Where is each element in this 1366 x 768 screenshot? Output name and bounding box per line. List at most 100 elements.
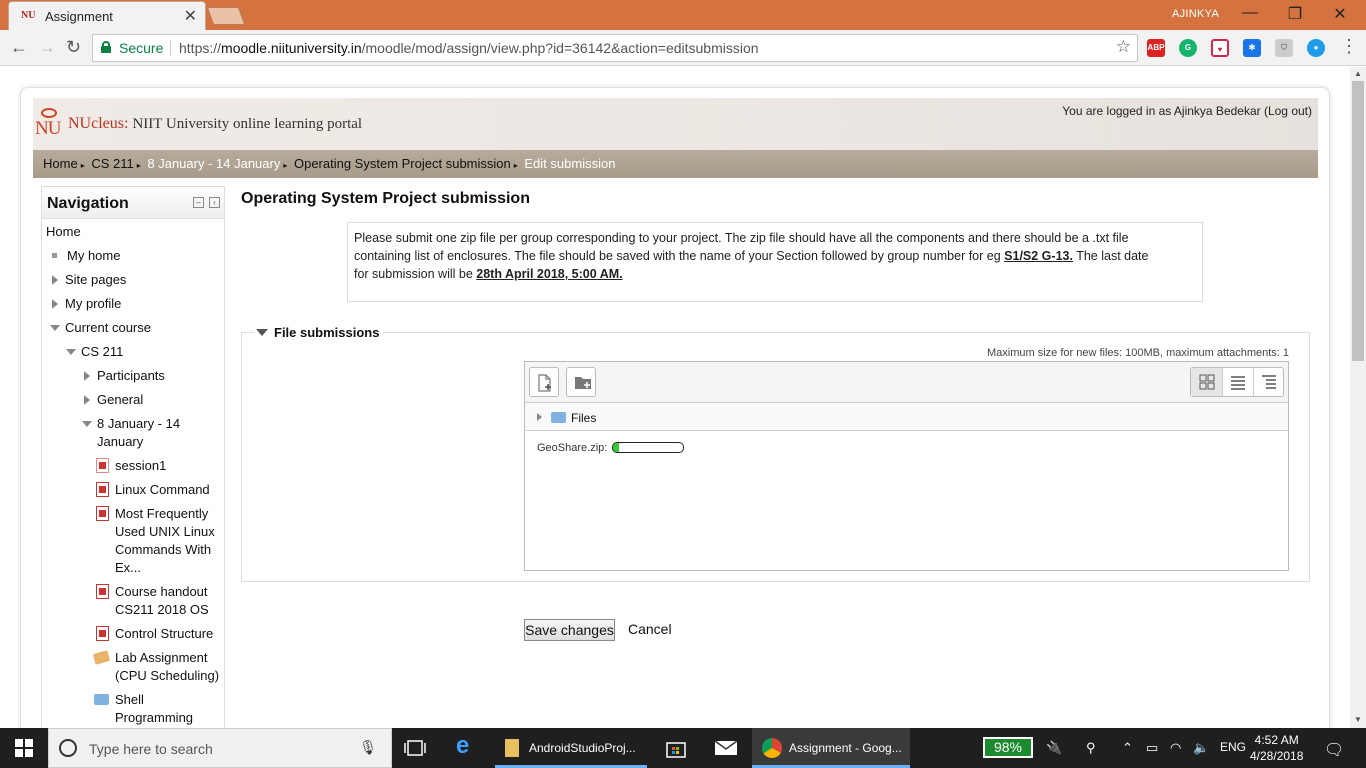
taskbar-search[interactable]: Type here to search 🎙 [48,728,392,768]
icon-view-button[interactable] [1191,368,1222,396]
breadcrumb: Home ▸ CS 211 ▸ 8 January - 14 January ▸ Op… [33,150,1318,178]
nu-logo-icon[interactable]: NU [35,102,63,146]
navigation-header: Navigation – ‹ [42,187,224,219]
add-file-button[interactable] [529,367,559,397]
breadcrumb-course[interactable]: CS 211 [91,156,133,171]
page-title: Operating System Project submission [241,190,530,207]
folder-icon [94,694,109,705]
login-info[interactable]: You are logged in as Ajinkya Bedekar (Lo… [1062,104,1312,118]
nav-item-my-home[interactable]: My home [52,247,120,265]
assignment-intro: Please submit one zip file per group cor… [347,222,1203,302]
nu-favicon-icon: NU [21,10,36,21]
nav-item-week[interactable]: 8 January - 14 January [82,415,180,451]
nav-item-unix-commands[interactable]: Most Frequently Used UNIX Linux Commands W… [96,505,215,577]
minimize-icon[interactable]: — [1240,4,1260,22]
show-hidden-icons[interactable]: ⌃ [1122,740,1133,756]
store-icon[interactable] [666,728,690,768]
nav-item-participants[interactable]: Participants [84,367,165,385]
volume-icon[interactable]: 🔈 [1193,740,1209,756]
cortana-icon [59,739,77,757]
nav-item-control-structure[interactable]: Control Structure [96,625,213,643]
pdf-icon [96,626,109,641]
nav-item-linux-command[interactable]: Linux Command [96,481,210,499]
nav-item-session1[interactable]: session1 [96,457,166,475]
language-indicator[interactable]: ENG [1220,740,1246,754]
file-submissions-legend[interactable]: File submissions [254,325,384,340]
list-icon [1231,376,1245,390]
tab-title: Assignment [45,9,113,24]
adblock-icon[interactable]: ABP [1147,39,1165,57]
collapse-block-icon[interactable]: – [193,197,204,208]
max-size-note: Maximum size for new files: 100MB, maxim… [987,347,1289,359]
back-icon[interactable]: ← [10,37,28,58]
deadline: 28th April 2018, 5:00 AM. [476,267,623,281]
action-center-icon[interactable]: 🗨 [1324,740,1344,760]
nav-item-current-course[interactable]: Current course [50,319,151,337]
breadcrumb-week[interactable]: 8 January - 14 January [147,156,280,171]
maximize-icon[interactable]: ❐ [1285,4,1305,24]
lock-icon [101,41,111,53]
grid-icon [1199,374,1215,390]
nav-item-home[interactable]: Home [46,223,81,241]
breadcrumb-assignment[interactable]: Operating System Project submission [294,156,511,171]
snowflake-icon[interactable]: ✻ [1243,39,1261,57]
shield-icon[interactable]: ⛉ [1275,39,1293,57]
tree-icon [1262,375,1276,389]
microphone-icon[interactable]: 🎙 [359,739,377,756]
grammarly-icon[interactable]: G [1179,39,1197,57]
breadcrumb-home[interactable]: Home [43,156,78,171]
people-icon[interactable]: ⚲ [1086,740,1096,756]
edge-icon[interactable]: e [456,732,480,768]
nav-item-my-profile[interactable]: My profile [52,295,121,313]
tab-assignment[interactable]: NU Assignment ✕ [8,1,206,30]
battery-icon[interactable]: ▭ [1146,740,1158,756]
nav-item-cs211[interactable]: CS 211 [66,343,123,361]
pocket-icon[interactable]: ♥ [1211,39,1229,57]
nav-item-lab-assignment[interactable]: Lab Assignment (CPU Scheduling) [92,649,219,685]
tree-view-button[interactable] [1253,368,1284,396]
save-changes-button[interactable]: Save changes [524,619,615,641]
site-header: NU NUcleus: NIIT University online learn… [33,98,1318,150]
browser-tabstrip: NU Assignment ✕ AJINKYA — ❐ ✕ [0,0,1366,30]
pdf-icon [96,584,109,599]
navigation-block: Navigation – ‹ Home My home Site pages M… [41,186,225,728]
windows-logo-icon [15,739,33,757]
dock-block-icon[interactable]: ‹ [209,197,220,208]
wifi-icon[interactable]: ◠ [1170,740,1181,756]
list-view-button[interactable] [1222,368,1253,396]
nav-item-shell-programming[interactable]: Shell Programming [94,691,193,727]
taskbar-app-android-studio[interactable]: AndroidStudioProj... [495,728,647,768]
search-placeholder: Type here to search [89,741,213,757]
taskbar-app-chrome[interactable]: Assignment - Goog... [752,728,910,768]
site-title[interactable]: NUcleus: NIIT University online learning… [68,115,362,133]
close-window-icon[interactable]: ✕ [1330,4,1350,24]
reload-icon[interactable]: ↻ [66,37,81,58]
task-view-icon[interactable] [404,728,428,768]
power-plug-icon[interactable]: 🔌 [1046,740,1062,756]
close-tab-icon[interactable]: ✕ [184,6,197,26]
profile-name[interactable]: AJINKYA [1172,8,1219,20]
view-toggle-group [1190,367,1284,397]
new-tab-button[interactable] [206,7,246,25]
start-button[interactable] [0,728,48,768]
assignment-icon [92,650,111,665]
create-folder-button[interactable] [566,367,596,397]
battery-indicator[interactable]: 98% [983,737,1033,758]
files-folder-label[interactable]: Files [571,411,596,425]
system-clock[interactable]: 4:52 AM 4/28/2018 [1250,732,1303,764]
bookmark-star-icon[interactable]: ☆ [1116,37,1131,57]
nav-item-course-handout[interactable]: Course handout CS211 2018 OS [96,583,209,619]
page-scrollbar[interactable]: ▲ ▼ [1350,67,1366,728]
mail-icon[interactable] [714,728,740,768]
ext-circle-icon[interactable]: ● [1307,39,1325,57]
file-picker[interactable]: Files GeoShare.zip: [524,361,1289,571]
expand-arrow-icon[interactable] [537,413,542,421]
nav-item-general[interactable]: General [84,391,143,409]
scroll-thumb[interactable] [1352,81,1364,361]
forward-icon[interactable]: → [38,37,56,58]
menu-kebab-icon[interactable]: ⋮ [1340,36,1358,57]
pdf-icon [96,506,109,521]
address-bar[interactable]: Secure https://moodle.niituniversity.in/… [92,34,1138,62]
nav-item-site-pages[interactable]: Site pages [52,271,126,289]
cancel-button[interactable]: Cancel [628,621,672,637]
